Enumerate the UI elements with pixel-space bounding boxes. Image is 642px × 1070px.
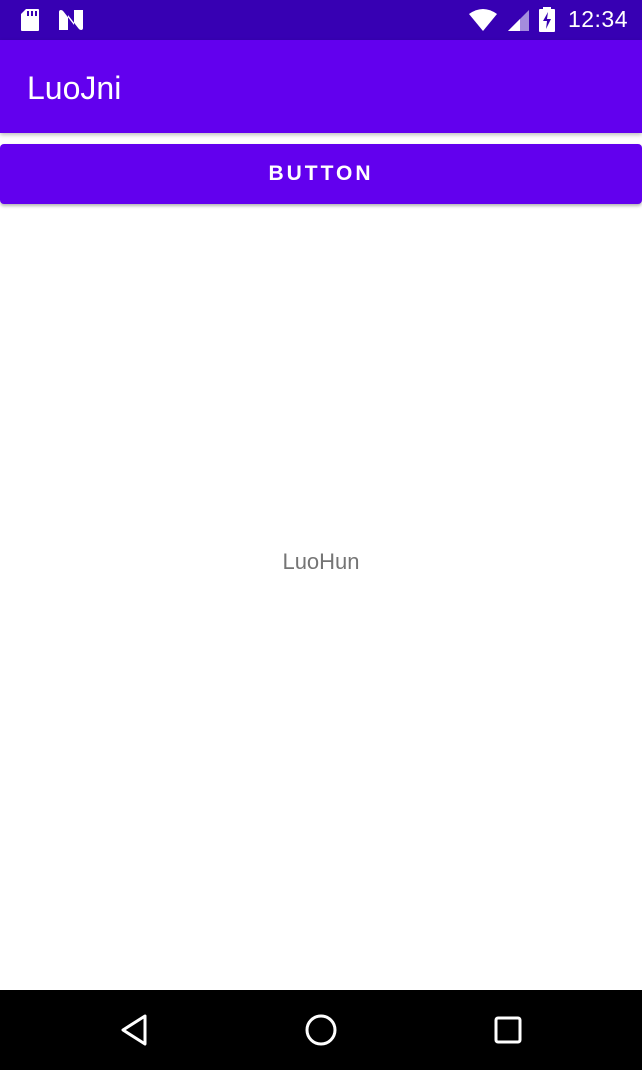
signal-icon — [506, 8, 530, 32]
navigation-bar — [0, 990, 642, 1070]
status-time: 12:34 — [567, 6, 628, 32]
android-screen: 12:34 LuoJni BUTTON LuoHun — [0, 0, 642, 1070]
app-title: LuoJni — [27, 70, 122, 106]
main-button[interactable]: BUTTON — [0, 144, 642, 204]
home-button[interactable] — [301, 1010, 341, 1050]
recents-icon — [493, 1015, 523, 1045]
wifi-icon — [468, 8, 498, 32]
center-text: LuoHun — [282, 549, 360, 574]
back-button[interactable] — [114, 1010, 154, 1050]
back-icon — [119, 1013, 149, 1047]
home-icon — [304, 1013, 338, 1047]
status-right-icons: 12:34 — [468, 6, 628, 33]
recents-button[interactable] — [488, 1010, 528, 1050]
battery-charging-icon — [538, 6, 556, 33]
status-left-icons — [20, 8, 84, 32]
sd-card-icon — [20, 8, 40, 32]
notification-n-icon — [58, 9, 84, 31]
status-bar: 12:34 — [0, 0, 642, 40]
app-bar: LuoJni — [0, 40, 642, 133]
